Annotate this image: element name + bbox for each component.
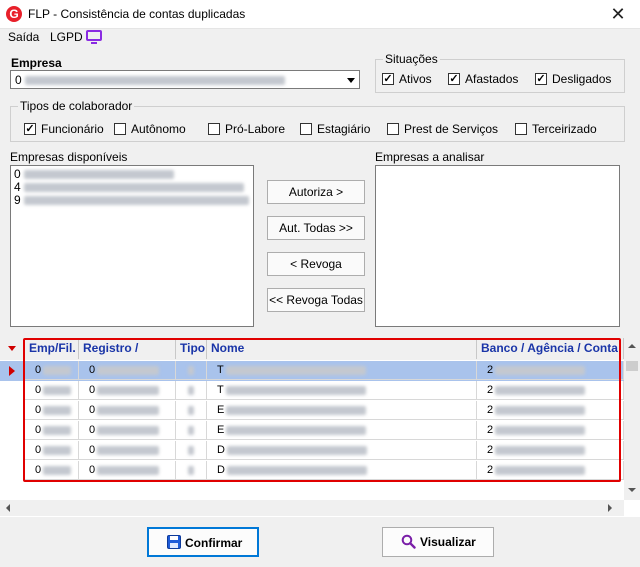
chevron-down-icon — [347, 78, 355, 83]
checkbox-funcionario[interactable]: ✓ — [24, 123, 36, 135]
list-item[interactable]: 9 — [14, 194, 250, 207]
disponiveis-title: Empresas disponíveis — [10, 150, 128, 164]
scroll-thumb-v[interactable] — [626, 361, 638, 371]
ativos-label: Ativos — [399, 72, 432, 86]
analisar-title: Empresas a analisar — [375, 150, 485, 164]
checkbox-pro-labore[interactable] — [208, 123, 220, 135]
empresa-combo-button[interactable] — [342, 71, 359, 88]
situacoes-title: Situações — [383, 52, 440, 66]
analisar-list[interactable] — [375, 165, 620, 327]
empresa-combo-value: 0 — [15, 73, 286, 87]
aut-todas-button[interactable]: Aut. Todas >> — [267, 216, 365, 240]
app-logo-icon: G — [6, 6, 22, 22]
confirmar-label: Confirmar — [185, 536, 243, 550]
autonomo-label: Autônomo — [131, 122, 186, 136]
highlight-frame — [23, 338, 621, 482]
visualizar-button[interactable]: Visualizar — [382, 527, 494, 557]
scroll-right-icon[interactable] — [608, 504, 612, 512]
checkbox-estagiario[interactable] — [300, 123, 312, 135]
pro-labore-label: Pró-Labore — [225, 122, 286, 136]
prest-servicos-label: Prest de Serviços — [404, 122, 499, 136]
scroll-up-icon[interactable] — [628, 344, 636, 348]
terceirizado-label: Terceirizado — [532, 122, 597, 136]
empresa-combo[interactable]: 0 — [10, 70, 360, 89]
checkbox-ativos[interactable]: ✓ — [382, 73, 394, 85]
revoga-button[interactable]: < Revoga — [267, 252, 365, 276]
scroll-left-icon[interactable] — [6, 504, 10, 512]
checkbox-desligados[interactable]: ✓ — [535, 73, 547, 85]
disponiveis-list[interactable]: 0 4 9 — [10, 165, 254, 327]
checkbox-autonomo[interactable] — [114, 123, 126, 135]
tipos-title: Tipos de colaborador — [18, 99, 135, 113]
desligados-label: Desligados — [552, 72, 612, 86]
close-icon[interactable]: ✕ — [596, 0, 640, 28]
afastados-label: Afastados — [465, 72, 519, 86]
estagiario-label: Estagiário — [317, 122, 371, 136]
monitor-icon[interactable] — [86, 30, 102, 41]
autoriza-button[interactable]: Autoriza > — [267, 180, 365, 204]
save-icon — [167, 535, 181, 549]
list-item[interactable]: 4 — [14, 181, 245, 194]
revoga-todas-button[interactable]: << Revoga Todas — [267, 288, 365, 312]
visualizar-label: Visualizar — [420, 535, 476, 549]
horizontal-scrollbar[interactable] — [0, 500, 624, 516]
scroll-down-icon[interactable] — [628, 488, 636, 492]
checkbox-terceirizado[interactable] — [515, 123, 527, 135]
confirmar-button[interactable]: Confirmar — [147, 527, 259, 557]
menu-item-saida[interactable]: Saída — [8, 30, 39, 44]
empresa-label: Empresa — [11, 56, 62, 70]
window-title: FLP - Consistência de contas duplicadas — [28, 7, 246, 21]
checkbox-prest-servicos[interactable] — [387, 123, 399, 135]
list-item[interactable]: 0 — [14, 168, 175, 181]
sort-arrow-icon[interactable] — [8, 346, 16, 351]
row-indicator-icon — [9, 366, 15, 376]
search-icon — [401, 534, 416, 549]
checkbox-afastados[interactable]: ✓ — [448, 73, 460, 85]
funcionario-label: Funcionário — [41, 122, 104, 136]
menu-item-lgpd[interactable]: LGPD — [50, 30, 83, 44]
monitor-stand — [91, 42, 97, 44]
